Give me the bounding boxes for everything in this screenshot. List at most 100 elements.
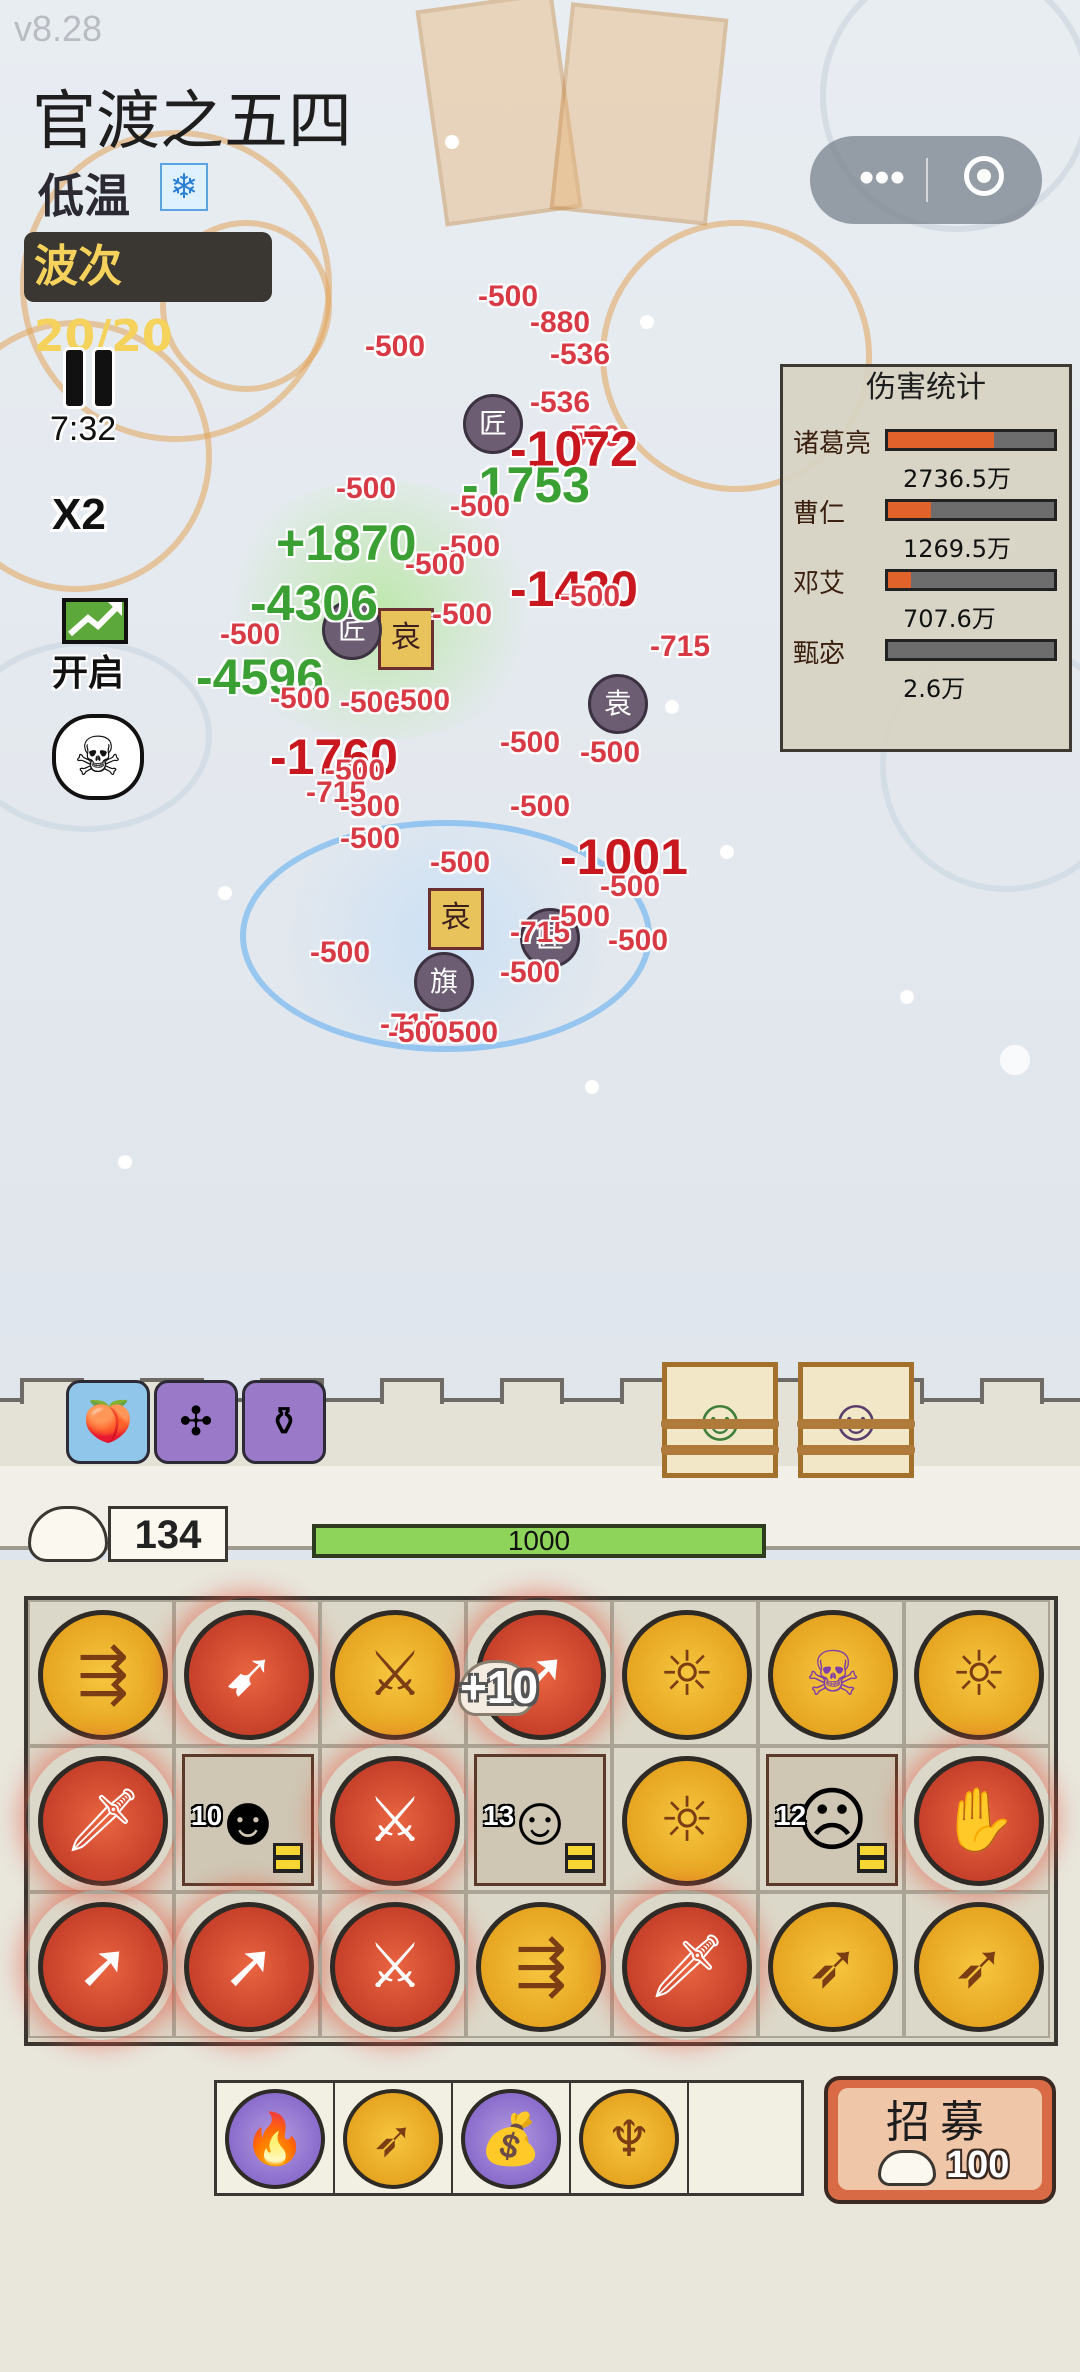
- stat-damage-value: 707.6万: [903, 605, 996, 633]
- skull-icon[interactable]: ☠: [52, 714, 144, 800]
- target-icon[interactable]: [964, 156, 1004, 196]
- board-cell[interactable]: ☼: [612, 1746, 758, 1892]
- snowflake: [585, 1080, 599, 1094]
- damage-number: -500: [270, 682, 331, 715]
- board-cell[interactable]: ⇶: [466, 1892, 612, 2038]
- stat-damage-bar: [885, 569, 1057, 591]
- pause-icon[interactable]: [62, 350, 116, 406]
- speed-toggle-button[interactable]: X2: [52, 490, 106, 540]
- fire-arrow-icon[interactable]: ➶: [768, 1902, 898, 2032]
- damage-number: -500: [390, 684, 451, 717]
- auto-battle-icon[interactable]: [62, 594, 128, 644]
- arrow-volley-icon[interactable]: ➹: [184, 1610, 314, 1740]
- sword-slash-icon[interactable]: ⚔: [330, 1756, 460, 1886]
- more-dots-icon[interactable]: •••: [842, 148, 922, 212]
- board-cell[interactable]: 🗡: [612, 1892, 758, 2038]
- unit-level: 13: [483, 1800, 515, 1831]
- item-hand: 🔥 ➶ 💰 ♆: [214, 2080, 804, 2196]
- guan-yu-portrait[interactable]: ☺: [661, 1362, 779, 1478]
- enemy-banner: 哀: [428, 888, 484, 950]
- snowflake-icon: ❄: [160, 163, 208, 211]
- flame-icon[interactable]: 🔥: [225, 2089, 325, 2189]
- hand-slot[interactable]: ♆: [571, 2083, 689, 2193]
- stat-hero-name: 甄宓: [793, 639, 846, 669]
- damage-number: -500: [450, 490, 511, 523]
- board-cell[interactable]: ☼: [904, 1600, 1050, 1746]
- spread-arrows-icon[interactable]: ✣: [154, 1380, 238, 1464]
- claw-icon[interactable]: ♆: [579, 2089, 679, 2189]
- bun-count: 134: [108, 1506, 228, 1562]
- sword-slash-icon[interactable]: ⚔: [330, 1610, 460, 1740]
- recruit-cost: 100: [946, 2144, 1010, 2186]
- snowflake: [1000, 1045, 1030, 1075]
- triple-arrow-icon[interactable]: ⇶: [38, 1610, 168, 1740]
- triple-arrow-icon[interactable]: ⇶: [476, 1902, 606, 2032]
- version-label: v8.28: [14, 8, 103, 49]
- pot-icon[interactable]: ⚱: [242, 1380, 326, 1464]
- wave-counter: 波次 20/20: [24, 232, 272, 362]
- board-cell[interactable]: ✋: [904, 1746, 1050, 1892]
- damage-number: -500: [608, 924, 669, 957]
- sun-compass-icon[interactable]: ☼: [622, 1610, 752, 1740]
- unit-star-badge: [565, 1843, 595, 1873]
- masked-hero-portrait[interactable]: ☹ 12: [766, 1754, 898, 1886]
- hand-slot[interactable]: ➶: [335, 2083, 453, 2193]
- board-cell[interactable]: ☺ 13: [466, 1746, 612, 1892]
- board-cell[interactable]: ☻ 10: [174, 1746, 320, 1892]
- enemy-unit: 旗: [414, 952, 474, 1012]
- board-cell[interactable]: ☹ 12: [758, 1746, 904, 1892]
- board-cell[interactable]: ⚔: [320, 1892, 466, 2038]
- board-cell[interactable]: ➶: [904, 1892, 1050, 2038]
- board-cell[interactable]: ⚔: [320, 1746, 466, 1892]
- damage-number: -500: [580, 736, 641, 769]
- unit-level: 10: [191, 1800, 223, 1831]
- zhen-mi-portrait[interactable]: ☺: [797, 1362, 915, 1478]
- peach-icon[interactable]: 🍑: [66, 1380, 150, 1464]
- board-cell[interactable]: ➶: [758, 1892, 904, 2038]
- board-cell[interactable]: ⇶: [28, 1600, 174, 1746]
- damage-number: -500: [430, 846, 491, 879]
- hand-slot[interactable]: 🔥: [217, 2083, 335, 2193]
- board-cell[interactable]: ➚: [28, 1892, 174, 2038]
- snowflake: [665, 700, 679, 714]
- merge-board: ⇶ ➹ ⚔ ➚ ☼ ☠ ☼ 🗡 ☻ 10 ⚔ ☺ 13 ☼ ☹ 12 ✋ ➚ ➚ ⚔ ⇶ 🗡 ➶ ➶: [24, 1596, 1058, 2046]
- damage-number: -500: [365, 330, 426, 363]
- auto-battle-label[interactable]: 开启: [52, 644, 124, 696]
- fire-arrow-icon[interactable]: ➶: [914, 1902, 1044, 2032]
- board-cell[interactable]: ➚: [174, 1892, 320, 2038]
- hand-slot[interactable]: [689, 2083, 807, 2193]
- fire-arrow-icon[interactable]: ➶: [343, 2089, 443, 2189]
- board-cell[interactable]: ⚔: [320, 1600, 466, 1746]
- sword-upgrade-icon[interactable]: 🗡: [38, 1756, 168, 1886]
- damage-number: -500: [560, 580, 621, 613]
- stat-hero-name: 曹仁: [793, 499, 846, 529]
- stat-damage-bar: [885, 639, 1057, 661]
- damage-number: -500: [600, 870, 661, 903]
- hand-slot[interactable]: 💰: [453, 2083, 571, 2193]
- board-cell[interactable]: ☠: [758, 1600, 904, 1746]
- board-cell[interactable]: ➹: [174, 1600, 320, 1746]
- sun-compass-icon[interactable]: ☼: [622, 1756, 752, 1886]
- damage-number: -500: [220, 618, 281, 651]
- purple-skull-icon[interactable]: ☠: [768, 1610, 898, 1740]
- sword-slash-icon[interactable]: ⚔: [330, 1902, 460, 2032]
- sword-upgrade-icon[interactable]: 🗡: [622, 1902, 752, 2032]
- money-bag-icon[interactable]: 💰: [461, 2089, 561, 2189]
- board-cell[interactable]: ☼: [612, 1600, 758, 1746]
- farmer-hero-portrait[interactable]: ☺ 13: [474, 1754, 606, 1886]
- hand-grab-icon[interactable]: ✋: [914, 1756, 1044, 1886]
- damage-number: -715: [306, 776, 367, 809]
- single-arrow-icon[interactable]: ➚: [38, 1902, 168, 2032]
- damage-number: -500: [340, 822, 401, 855]
- damage-stats-panel: 伤害统计 诸葛亮 2736.5万 曹仁 1269.5万 邓艾 707.6万 甄宓…: [780, 364, 1072, 752]
- sun-compass-icon[interactable]: ☼: [914, 1610, 1044, 1740]
- bun-currency-icon: [878, 2150, 936, 2186]
- single-arrow-icon[interactable]: ➚: [184, 1902, 314, 2032]
- damage-number: -500: [500, 726, 561, 759]
- board-cell[interactable]: 🗡: [28, 1746, 174, 1892]
- wall-hp-bar: 1000: [312, 1524, 766, 1558]
- bun-bonus-popup: +10: [460, 1661, 539, 1713]
- recruit-button[interactable]: 招募 100: [824, 2076, 1056, 2204]
- damage-number: -500: [336, 472, 397, 505]
- reaper-hero-portrait[interactable]: ☻ 10: [182, 1754, 314, 1886]
